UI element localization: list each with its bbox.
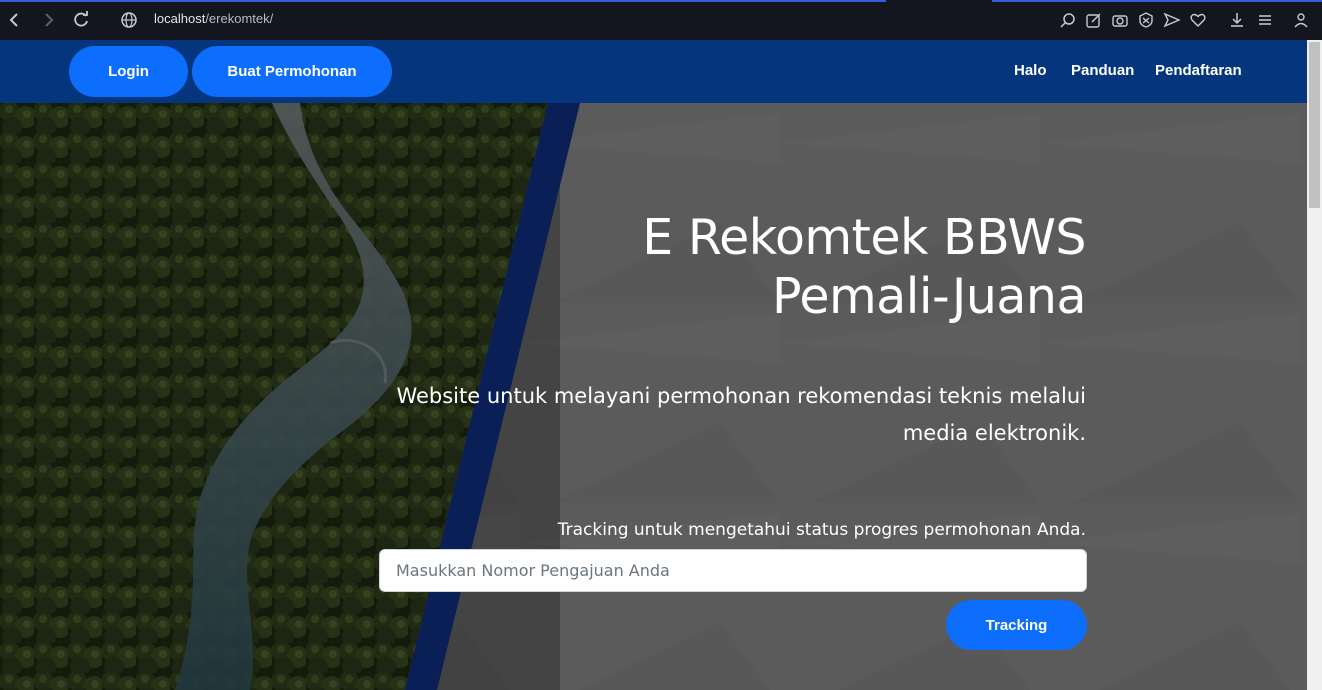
hero-section: E Rekomtek BBWS Pemali-Juana Website unt… (0, 103, 1307, 690)
heart-icon[interactable] (1189, 11, 1207, 29)
hero-title-line2: Pemali-Juana (772, 268, 1086, 325)
loading-progress-segment (992, 0, 1322, 2)
back-icon[interactable] (4, 9, 26, 31)
reload-icon[interactable] (70, 9, 92, 31)
nav-link-pendaftaran[interactable]: Pendaftaran (1155, 62, 1242, 79)
scrollbar-thumb[interactable] (1309, 42, 1320, 208)
edit-icon[interactable] (1085, 11, 1103, 29)
web-page: Login Buat Permohonan Halo Panduan Penda… (0, 40, 1307, 690)
url-host: localhost (154, 11, 206, 26)
nav-link-halo[interactable]: Halo (1014, 62, 1047, 79)
globe-icon (118, 9, 140, 31)
zoom-icon[interactable] (1059, 11, 1077, 29)
url-path: /erekomtek/ (205, 11, 274, 26)
menu-icon[interactable] (1256, 11, 1274, 29)
forward-icon[interactable] (37, 9, 59, 31)
hero-title: E Rekomtek BBWS Pemali-Juana (366, 208, 1086, 326)
loading-progress (0, 0, 886, 2)
login-button[interactable]: Login (69, 46, 188, 97)
download-icon[interactable] (1228, 11, 1246, 29)
site-navbar: Login Buat Permohonan Halo Panduan Penda… (0, 40, 1307, 103)
page-scrollbar[interactable] (1307, 40, 1322, 690)
tracking-label: Tracking untuk mengetahui status progres… (557, 520, 1086, 540)
profile-icon[interactable] (1292, 11, 1310, 29)
address-bar[interactable]: localhost/erekomtek/ (154, 11, 273, 26)
tracking-button[interactable]: Tracking (946, 600, 1087, 650)
shield-icon[interactable] (1137, 11, 1155, 29)
hero-title-line1: E Rekomtek BBWS (642, 209, 1086, 266)
hero-subtitle: Website untuk melayani permohonan rekome… (366, 378, 1086, 452)
nav-link-panduan[interactable]: Panduan (1071, 62, 1134, 79)
tracking-number-input[interactable] (379, 549, 1087, 592)
send-icon[interactable] (1163, 11, 1181, 29)
hero-subtitle-line1: Website untuk melayani permohonan rekome… (396, 384, 1086, 408)
browser-toolbar: localhost/erekomtek/ (0, 0, 1322, 40)
camera-icon[interactable] (1111, 11, 1129, 29)
create-request-button[interactable]: Buat Permohonan (192, 46, 392, 97)
hero-subtitle-line2: media elektronik. (902, 421, 1086, 445)
